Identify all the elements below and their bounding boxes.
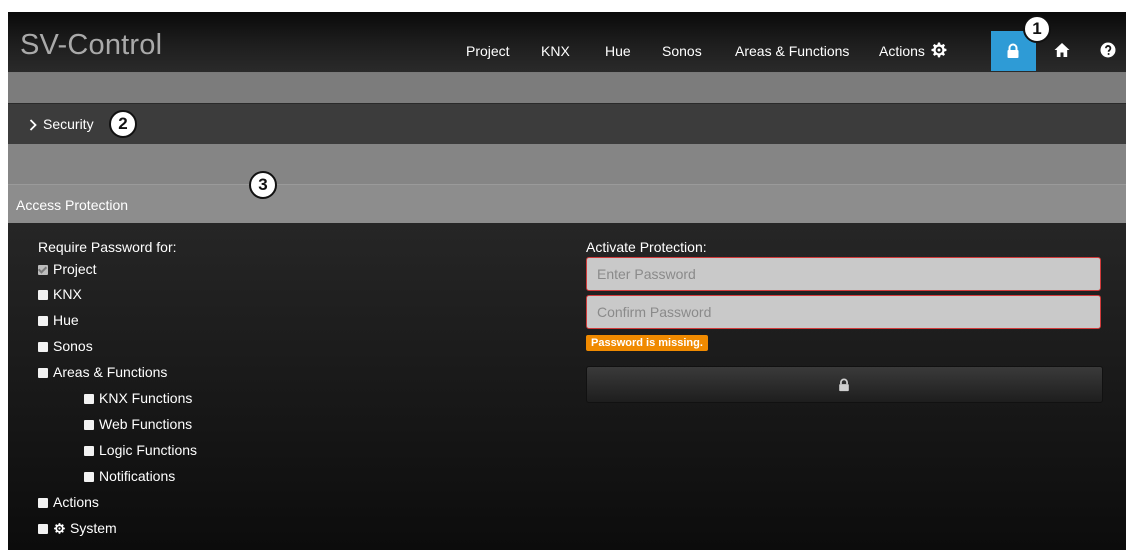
- option-label: KNX Functions: [99, 390, 193, 406]
- option-notifications[interactable]: Notifications: [84, 468, 175, 486]
- option-sonos[interactable]: Sonos: [38, 338, 93, 356]
- checkbox-web-functions[interactable]: [84, 420, 94, 430]
- nav-sonos[interactable]: Sonos: [662, 43, 702, 59]
- option-project[interactable]: Project: [38, 261, 97, 279]
- confirm-password-input[interactable]: [586, 295, 1101, 329]
- checkbox-knx[interactable]: [38, 290, 48, 300]
- nav-actions[interactable]: Actions: [879, 43, 925, 59]
- checkbox-system[interactable]: [38, 524, 48, 534]
- gear-icon[interactable]: [930, 41, 948, 59]
- lock-icon: [837, 378, 851, 397]
- checkbox-logic-functions[interactable]: [84, 446, 94, 456]
- option-label: Sonos: [53, 338, 93, 354]
- help-icon[interactable]: [1100, 42, 1118, 60]
- option-label: Project: [53, 261, 97, 277]
- option-areas-functions[interactable]: Areas & Functions: [38, 364, 167, 382]
- option-label: System: [70, 520, 117, 536]
- checkbox-sonos[interactable]: [38, 342, 48, 352]
- callout-3: 3: [249, 171, 277, 199]
- option-label: Areas & Functions: [53, 364, 168, 380]
- option-label: Web Functions: [99, 416, 193, 432]
- checkbox-hue[interactable]: [38, 316, 48, 326]
- access-protection-header: Access Protection: [8, 184, 1126, 224]
- checkbox-project[interactable]: [38, 265, 48, 275]
- gear-icon: [53, 522, 66, 538]
- option-actions[interactable]: Actions: [38, 494, 99, 512]
- security-breadcrumb[interactable]: Security: [8, 103, 1126, 145]
- require-password-label: Require Password for:: [38, 239, 177, 255]
- lock-icon: [1005, 43, 1021, 64]
- option-logic-functions[interactable]: Logic Functions: [84, 442, 197, 460]
- option-knx-functions[interactable]: KNX Functions: [84, 390, 192, 408]
- chevron-right-icon: [29, 118, 37, 136]
- option-system[interactable]: System: [38, 520, 117, 538]
- callout-1: 1: [1023, 15, 1051, 43]
- option-knx[interactable]: KNX: [38, 286, 82, 304]
- home-icon[interactable]: [1053, 41, 1071, 59]
- option-hue[interactable]: Hue: [38, 312, 79, 330]
- checkbox-areas-functions[interactable]: [38, 368, 48, 378]
- option-label: Logic Functions: [99, 442, 198, 458]
- option-web-functions[interactable]: Web Functions: [84, 416, 192, 434]
- option-label: Actions: [53, 494, 99, 510]
- password-input[interactable]: [586, 257, 1101, 291]
- nav-hue[interactable]: Hue: [605, 43, 631, 59]
- checkbox-notifications[interactable]: [84, 472, 94, 482]
- password-missing-warning: Password is missing.: [586, 335, 708, 351]
- option-label: KNX: [53, 286, 82, 302]
- checkbox-actions[interactable]: [38, 498, 48, 508]
- app-window: SV-Control Project KNX Hue Sonos Areas &…: [8, 12, 1126, 550]
- activate-lock-button[interactable]: [586, 366, 1103, 403]
- option-label: Hue: [53, 312, 79, 328]
- spacer-band-2: [8, 144, 1126, 184]
- spacer-band: [8, 73, 1126, 103]
- activate-protection-label: Activate Protection:: [586, 239, 707, 255]
- checkbox-knx-functions[interactable]: [84, 394, 94, 404]
- callout-2: 2: [109, 110, 137, 138]
- access-protection-title: Access Protection: [16, 197, 129, 213]
- brand-title: SV-Control: [20, 29, 163, 61]
- top-navbar: SV-Control Project KNX Hue Sonos Areas &…: [8, 12, 1126, 73]
- security-label: Security: [43, 116, 94, 132]
- nav-project[interactable]: Project: [466, 43, 510, 59]
- nav-knx[interactable]: KNX: [541, 43, 570, 59]
- option-label: Notifications: [99, 468, 176, 484]
- nav-areas-functions[interactable]: Areas & Functions: [735, 43, 849, 59]
